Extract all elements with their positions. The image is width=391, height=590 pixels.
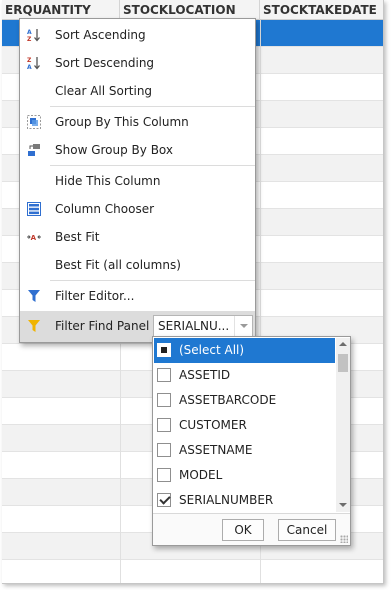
checkbox[interactable] [157,393,171,407]
menu-item-label: Sort Ascending [55,28,146,42]
filter-icon [28,290,40,302]
dropdown-footer: OK Cancel [153,513,350,545]
menu-item-filter-editor[interactable]: Filter Editor... [20,282,255,310]
find-panel-column-dropdown[interactable]: SERIALNU... [153,315,253,337]
group-box-icon [28,144,40,156]
svg-text:Z: Z [27,36,32,42]
menu-item-sort-ascending[interactable]: A Z Sort Ascending [20,21,255,49]
checkbox[interactable] [157,468,171,482]
menu-item-label: Clear All Sorting [55,84,153,98]
svg-text:A: A [27,64,32,70]
scrollbar-thumb[interactable] [338,354,348,372]
list-item[interactable]: ASSETBARCODE [154,388,335,413]
svg-text:A: A [27,29,32,36]
column-chooser-icon [27,202,41,216]
list-item-select-all[interactable]: (Select All) [154,338,335,363]
list-item-label: (Select All) [179,343,245,357]
checkbox[interactable] [157,443,171,457]
group-by-icon [27,115,41,129]
list-item[interactable]: MODEL [154,463,335,488]
list-item[interactable]: ASSETNAME [154,438,335,463]
menu-item-clear-sorting[interactable]: Clear All Sorting [20,77,255,105]
menu-item-label: Best Fit [55,230,100,244]
menu-item-label: Hide This Column [55,174,161,188]
list-item-label: MODEL [179,468,223,482]
list-item-label: ASSETBARCODE [179,393,277,407]
list-item-label: ASSETNAME [179,443,253,457]
scroll-down-icon[interactable] [336,498,350,512]
column-checklist: (Select All) ASSETID ASSETBARCODE CUSTOM… [153,337,336,513]
menu-item-group-by-column[interactable]: Group By This Column [20,108,255,136]
column-header-stocktakedate[interactable]: STOCKTAKEDATE [260,0,383,20]
menu-item-label: Sort Descending [55,56,155,70]
menu-item-column-chooser[interactable]: Column Chooser [20,195,255,223]
list-item-label: ASSETID [179,368,231,382]
checkbox[interactable] [157,368,171,382]
vertical-scrollbar[interactable] [336,338,350,512]
menu-separator [50,280,255,281]
list-item-label: SERIALNUMBER [179,493,274,507]
menu-item-label: Column Chooser [55,202,155,216]
menu-item-label: Filter Find Panel [55,319,150,333]
list-item[interactable]: ASSETID [154,363,335,388]
sort-descending-icon: Z A [27,57,40,70]
menu-item-label: Group By This Column [55,115,189,129]
grid-header: ERQUANTITY STOCKLOCATION STOCKTAKEDATE [2,0,383,20]
menu-item-show-group-box[interactable]: Show Group By Box [20,136,255,164]
column-header-stocklocation[interactable]: STOCKLOCATION [120,0,260,20]
menu-item-hide-column[interactable]: Hide This Column [20,167,255,195]
checkbox[interactable] [157,418,171,432]
find-panel-column-list: (Select All) ASSETID ASSETBARCODE CUSTOM… [152,336,351,546]
list-item-label: CUSTOMER [179,418,247,432]
svg-text:Z: Z [27,57,32,64]
menu-separator [50,106,255,107]
menu-item-label: Show Group By Box [55,143,173,157]
list-item[interactable]: CUSTOMER [154,413,335,438]
cancel-button[interactable]: Cancel [278,519,336,541]
scroll-up-icon[interactable] [336,338,350,352]
menu-separator [50,165,255,166]
sort-ascending-icon: A Z [27,29,40,42]
best-fit-icon: A [27,234,41,242]
menu-item-best-fit-all[interactable]: Best Fit (all columns) [20,251,255,279]
column-context-menu: A Z Sort Ascending Z A Sort Descending C… [19,18,256,343]
find-panel-column-value: SERIALNU... [158,319,230,333]
filter-icon [28,320,40,332]
ok-button[interactable]: OK [222,519,264,541]
table-row[interactable] [2,560,383,583]
svg-text:A: A [31,234,37,242]
menu-item-label: Filter Editor... [55,289,135,303]
checkbox[interactable] [157,493,171,507]
chevron-down-icon[interactable] [234,316,252,336]
column-header-quantity[interactable]: ERQUANTITY [2,0,120,20]
checkbox[interactable] [157,343,171,357]
menu-item-best-fit[interactable]: A Best Fit [20,223,255,251]
menu-item-sort-descending[interactable]: Z A Sort Descending [20,49,255,77]
list-item[interactable]: SERIALNUMBER [154,488,335,513]
resize-grip-icon[interactable] [340,535,348,543]
menu-item-label: Best Fit (all columns) [55,258,181,272]
